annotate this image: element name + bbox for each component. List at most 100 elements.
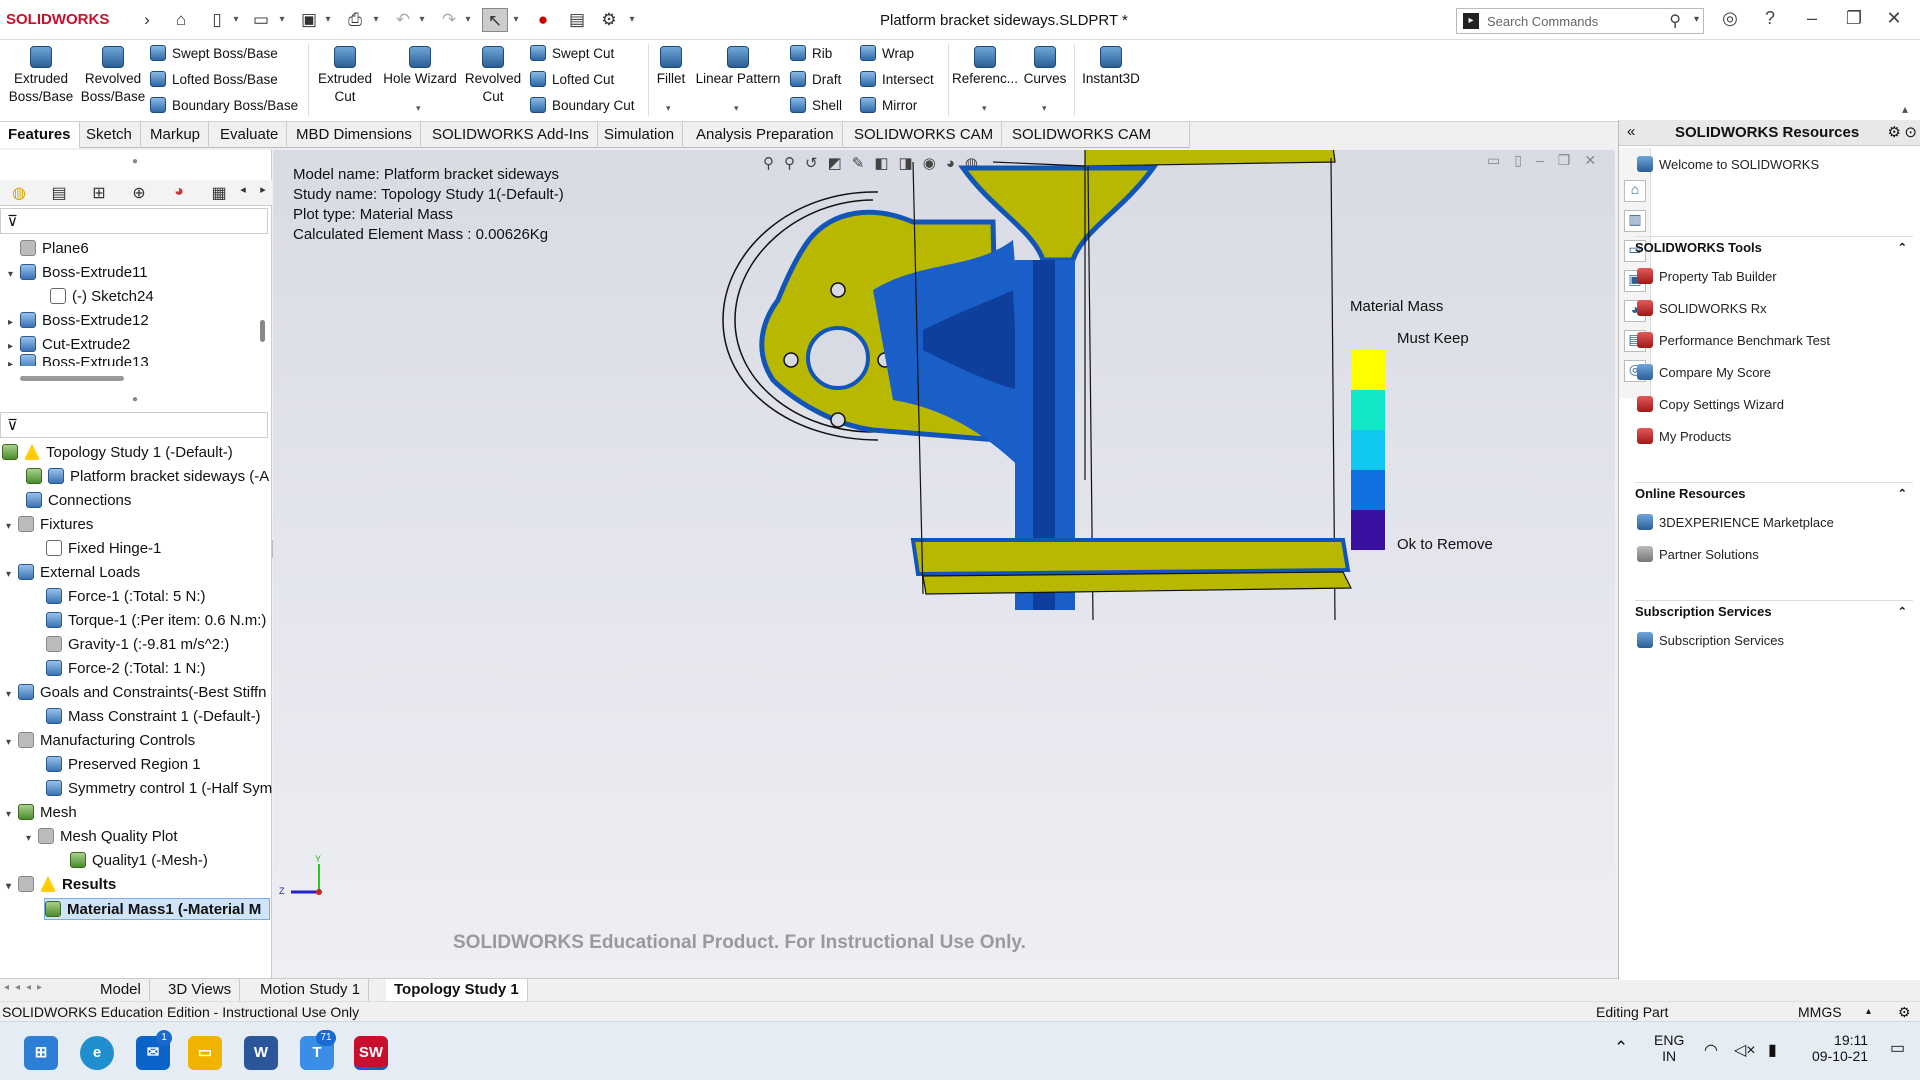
tab-solidworks-cam-tbm[interactable]: SOLIDWORKS CAM TBM: [1004, 122, 1190, 169]
solidworks-logo[interactable]: SOLIDWORKS: [6, 11, 109, 28]
restore-icon[interactable]: ❐: [1840, 8, 1868, 29]
tree-item-torque1[interactable]: Torque-1 (:Per item: 0.6 N.m:): [46, 610, 266, 632]
fillet-button[interactable]: Fillet: [652, 44, 690, 88]
linear-pattern-button[interactable]: Linear Pattern: [692, 44, 784, 88]
redo-dropdown-icon[interactable]: ▾: [462, 8, 474, 32]
tree-item-mass-constraint[interactable]: Mass Constraint 1 (-Default-): [46, 706, 261, 728]
tree-item-goals-constraints[interactable]: ▾ Goals and Constraints(-Best Stiffn: [6, 682, 267, 704]
account-icon[interactable]: ◎: [1716, 8, 1744, 29]
wifi-icon[interactable]: ◠: [1704, 1040, 1718, 1060]
swept-cut-button[interactable]: Swept Cut: [530, 45, 614, 63]
units-dropdown-icon[interactable]: ▴: [1866, 1002, 1871, 1022]
tool-property-tab-builder[interactable]: Property Tab Builder: [1637, 268, 1777, 284]
tab-3d-views[interactable]: 3D Views: [160, 979, 241, 1001]
display-manager-icon[interactable]: ◕: [168, 183, 190, 203]
tree-item-connections[interactable]: Connections: [26, 490, 131, 512]
extruded-cut-button[interactable]: Extruded Cut: [312, 44, 378, 106]
collapse-section-icon[interactable]: ⌃: [1898, 601, 1907, 623]
study-filter[interactable]: ⊽: [0, 412, 268, 438]
open-folder-icon[interactable]: ▭: [248, 8, 274, 32]
tree-item-quality1[interactable]: Quality1 (-Mesh-): [70, 850, 208, 872]
vertical-scrollbar[interactable]: [260, 320, 265, 342]
tab-markup[interactable]: Markup: [142, 122, 210, 148]
instant3d-button[interactable]: Instant3D: [1078, 44, 1144, 88]
scroll-right-icon[interactable]: ▸: [252, 183, 274, 203]
horizontal-scrollbar[interactable]: [20, 376, 124, 381]
extruded-boss-button[interactable]: Extruded Boss/Base: [6, 44, 76, 106]
units-selector[interactable]: MMGS: [1798, 1002, 1842, 1022]
expand-icon[interactable]: ▸: [8, 312, 20, 334]
draft-button[interactable]: Draft: [790, 71, 841, 89]
shell-button[interactable]: Shell: [790, 97, 842, 115]
print-icon[interactable]: ⎙: [342, 8, 368, 32]
boundary-boss-button[interactable]: Boundary Boss/Base: [150, 97, 298, 115]
pane-settings-icon[interactable]: ⚙: [1888, 123, 1901, 141]
link-partner-solutions[interactable]: Partner Solutions: [1637, 546, 1759, 562]
collapse-icon[interactable]: ▾: [6, 684, 18, 706]
tool-performance-benchmark[interactable]: Performance Benchmark Test: [1637, 332, 1830, 348]
intersect-button[interactable]: Intersect: [860, 71, 934, 89]
volume-muted-icon[interactable]: ◁×: [1734, 1040, 1756, 1060]
tree-item-sketch24[interactable]: (-) Sketch24: [50, 286, 154, 308]
search-icon[interactable]: ⚲: [1669, 11, 1681, 31]
cam-manager-icon[interactable]: ▦: [208, 183, 230, 203]
lofted-boss-button[interactable]: Lofted Boss/Base: [150, 71, 278, 89]
tab-simulation[interactable]: Simulation: [596, 122, 684, 148]
print-dropdown-icon[interactable]: ▾: [370, 8, 382, 32]
new-dropdown-icon[interactable]: ▾: [230, 8, 242, 32]
property-manager-icon[interactable]: ▤: [48, 183, 70, 203]
select-dropdown-icon[interactable]: ▾: [510, 8, 522, 32]
tree-item-fixtures[interactable]: ▾ Fixtures: [6, 514, 93, 536]
collapse-ribbon-icon[interactable]: ▴: [1902, 102, 1908, 116]
minimize-icon[interactable]: –: [1798, 8, 1826, 29]
tools-section-header[interactable]: SOLIDWORKS Tools ⌃: [1635, 236, 1913, 258]
wrap-button[interactable]: Wrap: [860, 45, 914, 63]
collapse-icon[interactable]: ▾: [6, 804, 18, 826]
search-commands[interactable]: ▸ Search Commands ⚲ ▾: [1456, 8, 1704, 34]
expand-menu-icon[interactable]: ›: [134, 8, 160, 32]
pattern-dropdown-icon[interactable]: ▾: [734, 103, 739, 114]
collapse-section-icon[interactable]: ⌃: [1898, 237, 1907, 259]
tree-item-material-mass[interactable]: Material Mass1 (-Material M: [44, 898, 270, 920]
new-document-icon[interactable]: ▯: [204, 8, 230, 32]
tree-item-model[interactable]: Platform bracket sideways (-A: [26, 466, 269, 488]
lofted-cut-button[interactable]: Lofted Cut: [530, 71, 614, 89]
feature-filter[interactable]: ⊽: [0, 208, 268, 234]
start-icon[interactable]: ⊞: [24, 1036, 58, 1070]
tool-my-products[interactable]: My Products: [1637, 428, 1731, 444]
tab-sketch[interactable]: Sketch: [78, 122, 141, 148]
collapse-pane-icon[interactable]: «: [1627, 123, 1635, 140]
revolved-cut-button[interactable]: Revolved Cut: [462, 44, 524, 106]
tree-item-symmetry-control[interactable]: Symmetry control 1 (-Half Sym: [46, 778, 272, 800]
reference-geometry-button[interactable]: Referenc...: [952, 44, 1018, 88]
tab-scroll-arrows[interactable]: ◂◂◂▸: [4, 982, 48, 993]
file-explorer-icon[interactable]: ▭: [188, 1036, 222, 1070]
curves-button[interactable]: Curves: [1020, 44, 1070, 88]
tree-item-plane6[interactable]: Plane6: [8, 238, 89, 260]
dimxpert-icon[interactable]: ⊕: [128, 183, 150, 203]
redo-icon[interactable]: ↷: [436, 8, 462, 32]
tab-addins[interactable]: SOLIDWORKS Add-Ins: [424, 122, 598, 148]
subscription-section-header[interactable]: Subscription Services ⌃: [1635, 600, 1913, 622]
tree-item-boss-extrude12[interactable]: ▸ Boss-Extrude12: [8, 310, 149, 332]
collapse-icon[interactable]: ▾: [8, 264, 20, 286]
edge-icon[interactable]: e: [80, 1036, 114, 1070]
tree-item-force2[interactable]: Force-2 (:Total: 1 N:): [46, 658, 206, 680]
help-icon[interactable]: ?: [1756, 8, 1784, 29]
collapse-section-icon[interactable]: ⌃: [1898, 483, 1907, 505]
word-icon[interactable]: W: [244, 1036, 278, 1070]
customize-status-icon[interactable]: ⚙: [1898, 1002, 1911, 1022]
graphics-area[interactable]: Model name: Platform bracket sideways St…: [273, 150, 1615, 980]
welcome-link[interactable]: Welcome to SOLIDWORKS: [1637, 156, 1819, 172]
language-indicator[interactable]: ENG IN: [1654, 1032, 1684, 1064]
tab-topology-study[interactable]: Topology Study 1: [386, 979, 528, 1001]
tree-item-mesh[interactable]: ▾ Mesh: [6, 802, 77, 824]
link-3dexperience-marketplace[interactable]: 3DEXPERIENCE Marketplace: [1637, 514, 1834, 530]
save-dropdown-icon[interactable]: ▾: [322, 8, 334, 32]
boundary-cut-button[interactable]: Boundary Cut: [530, 97, 635, 115]
open-dropdown-icon[interactable]: ▾: [276, 8, 288, 32]
rib-button[interactable]: Rib: [790, 45, 832, 63]
tree-item-gravity1[interactable]: Gravity-1 (:-9.81 m/s^2:): [46, 634, 229, 656]
tab-analysis-preparation[interactable]: Analysis Preparation: [688, 122, 843, 148]
tree-item-external-loads[interactable]: ▾ External Loads: [6, 562, 140, 584]
